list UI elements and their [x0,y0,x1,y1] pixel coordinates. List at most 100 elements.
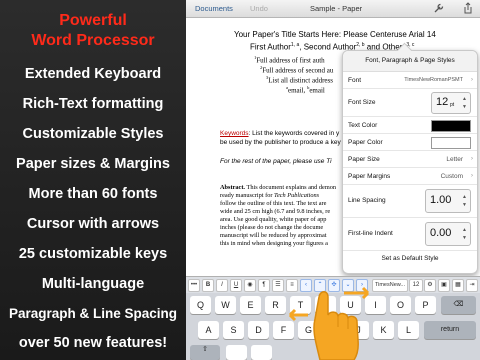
documents-button[interactable]: Documents [195,4,233,13]
share-icon[interactable] [462,2,474,16]
font-size-label: Font Size [348,99,376,106]
doc-abstract-line: follow the outline of this text. The tex… [220,200,327,207]
doc-address-line: 2Full address of second au [260,65,334,75]
font-size-row: Font Size 12 pt ▲ ▼ [343,89,477,117]
key-d[interactable]: D [248,321,269,339]
promo-feature: More than 60 fonts [28,186,158,202]
doc-abstract-line: wide and 25 cm high (6.7 and 9.8 inches,… [220,208,331,215]
stepper-down-icon[interactable]: ▼ [462,104,467,110]
navigation-bar: Documents Undo Sample - Paper [186,0,480,18]
promo-feature: Paper sizes & Margins [16,156,170,172]
promo-feature: Extended Keyboard [24,66,162,82]
doc-abstract-line: inches (please do not change the docume [220,224,324,231]
text-color-row[interactable]: Text Color [343,117,477,134]
chevron-right-icon: › [470,155,473,162]
shift-key[interactable]: ⇧ [190,345,220,360]
stepper-up-icon[interactable]: ▲ [462,96,467,102]
promo-feature: Customizable Styles [22,126,164,142]
font-size-value: 12 [436,96,449,108]
key-e[interactable]: E [240,296,261,314]
stepper-down-icon[interactable]: ▼ [462,235,467,241]
font-label: Font [348,77,362,84]
promo-headline-line2: Word Processor [31,32,155,49]
font-value: TimesNewRomanPSMT [404,77,463,83]
font-row[interactable]: Font TimesNewRomanPSMT › [343,72,477,89]
stepper-down-icon[interactable]: ▼ [462,202,467,208]
doc-abstract-line: ready manuscript for Tech Publications [220,192,320,199]
key-x[interactable] [251,345,272,360]
tab-key-icon[interactable]: ⇥ [466,279,478,292]
doc-keywords-line: be used by the publisher to produce a ke… [220,139,341,146]
underline-button[interactable]: U [230,279,242,292]
delete-key[interactable]: ⌫ [441,296,476,314]
doc-abstract-line: Abstract. This document explains and dem… [220,184,337,191]
app-screen: Documents Undo Sample - Paper Your Paper… [186,0,480,360]
paper-color-row[interactable]: Paper Color [343,134,477,151]
doc-address-line: 1Full address of first auth [254,55,325,65]
paper-size-label: Paper Size [348,156,380,163]
key-z[interactable] [226,345,247,360]
stepper-up-icon[interactable]: ▲ [462,227,467,233]
doc-email-line: aemail, bemail [286,85,325,95]
chevron-right-icon: › [470,172,473,179]
text-color-icon[interactable]: ◉ [244,279,256,292]
document-title: Sample - Paper [310,4,363,13]
line-spacing-stepper[interactable]: 1.00 ▲ ▼ [425,189,471,213]
promo-feature: Rich-Text formatting [22,96,164,112]
first-line-indent-row: First-line Indent 0.00 ▲ ▼ [343,218,477,251]
doc-abstract-line: area. Use good quality, white paper of a… [220,216,327,223]
paper-margins-row[interactable]: Paper Margins Custom › [343,168,477,185]
wrench-icon[interactable] [433,2,445,16]
doc-abstract-line: this in mind when designing your figures… [220,240,328,247]
first-line-indent-stepper[interactable]: 0.00 ▲ ▼ [425,222,471,246]
image-icon[interactable]: ▣ [438,279,450,292]
paper-size-row[interactable]: Paper Size Letter › [343,151,477,168]
promo-feature: over 50 new features! [18,335,168,351]
promo-feature: Cursor with arrows [26,216,160,232]
key-o[interactable]: O [390,296,411,314]
key-w[interactable]: W [215,296,236,314]
font-size-button[interactable]: 12 [409,279,423,292]
doc-abstract-line: manuscript will be reduced by approximat [220,232,327,239]
key-a[interactable]: A [198,321,219,339]
paper-margins-value: Custom [440,173,463,180]
promo-feature: Paragraph & Line Spacing [8,306,178,321]
key-p[interactable]: P [415,296,436,314]
promo-feature: Multi-language [41,276,145,292]
doc-address-line: 3List all distinct address [266,75,333,85]
stepper-up-icon[interactable]: ▲ [462,194,467,200]
promo-headline-line1: Powerful [59,12,127,29]
chevron-right-icon: › [470,76,473,83]
settings-icon[interactable]: ⚙ [424,279,436,292]
set-default-style-button[interactable]: Set as Default Style [343,255,477,262]
key-q[interactable]: Q [190,296,211,314]
paragraph-icon[interactable]: ¶ [258,279,270,292]
paper-color-label: Paper Color [348,139,383,146]
return-key[interactable]: return [424,321,476,339]
style-popover: Font, Paragraph & Page Styles Font Times… [342,42,478,274]
first-line-indent-label: First-line Indent [348,230,393,237]
paper-size-value: Letter [446,156,463,163]
doc-title-line: Your Paper's Title Starts Here: Please C… [234,30,436,39]
italic-button[interactable]: I [216,279,228,292]
doc-keywords-line: Keywords: List the keywords covered in y [220,130,340,137]
promo-feature: 25 customizable keys [18,246,168,262]
promo-panel: Powerful Word Processor Extended Keyboar… [0,0,186,360]
more-keys-icon[interactable]: ••• [188,279,200,292]
text-color-swatch[interactable] [431,120,471,132]
table-icon[interactable]: ▦ [452,279,464,292]
line-spacing-value: 1.00 [430,194,452,206]
bold-button[interactable]: B [202,279,214,292]
undo-button[interactable]: Undo [250,4,268,13]
font-size-stepper[interactable]: 12 pt ▲ ▼ [431,92,471,114]
paper-color-swatch[interactable] [431,137,471,149]
line-spacing-label: Line Spacing [348,197,386,204]
doc-rest-line: For the rest of the paper, please use Ti [220,158,332,165]
first-line-indent-value: 0.00 [430,227,452,239]
hand-pointer-icon [288,286,370,360]
key-l[interactable]: L [398,321,419,339]
paper-margins-label: Paper Margins [348,173,391,180]
key-s[interactable]: S [223,321,244,339]
line-spacing-row: Line Spacing 1.00 ▲ ▼ [343,185,477,218]
popover-title: Font, Paragraph & Page Styles [343,51,477,72]
